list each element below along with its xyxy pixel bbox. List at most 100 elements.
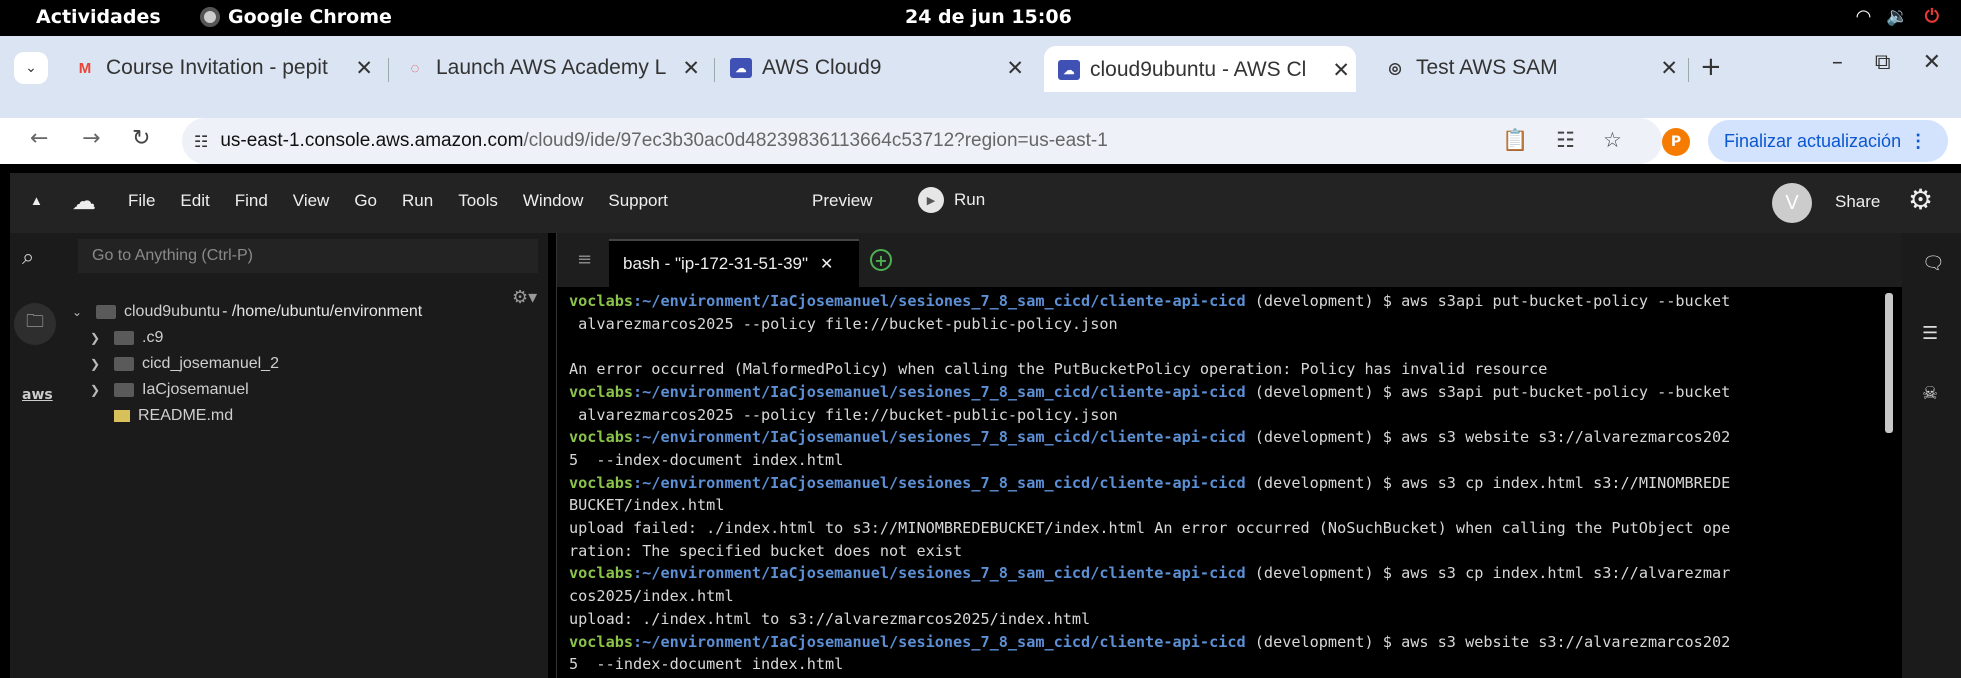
site-info-icon[interactable]: ☷ xyxy=(194,132,208,151)
system-top-bar: Actividades Google Chrome 24 de jun 15:0… xyxy=(0,0,1961,36)
prompt-user: voclabs xyxy=(569,292,634,310)
tab-search-button[interactable]: ⌄ xyxy=(14,52,48,84)
close-tab-icon[interactable]: ✕ xyxy=(1654,56,1684,81)
run-label: Run xyxy=(954,190,986,209)
ide-menu: File Edit Find View Go Run Tools Window … xyxy=(128,191,693,211)
user-avatar[interactable]: V xyxy=(1772,183,1812,223)
finish-update-button[interactable]: Finalizar actualización ⋮ xyxy=(1708,120,1948,162)
terminal-prompt-line: voclabs:~/environment/IaCjosemanuel/sesi… xyxy=(569,472,1885,495)
collapse-menu-icon[interactable]: ▲ xyxy=(30,193,43,208)
address-bar[interactable]: ☷ us-east-1.console.aws.amazon.com/cloud… xyxy=(182,118,1662,164)
tree-root-path: - /home/ubuntu/environment xyxy=(222,303,423,320)
terminal-output-line: upload failed: ./index.html to s3://MINO… xyxy=(569,519,1731,538)
minimize-icon[interactable]: – xyxy=(1832,50,1843,75)
back-icon[interactable]: ← xyxy=(30,126,48,151)
tab-separator xyxy=(714,58,715,82)
menu-run[interactable]: Run xyxy=(402,191,433,211)
preferences-gear-icon[interactable]: ⚙ xyxy=(1908,183,1933,216)
cloud9-logo-icon[interactable]: ☁ xyxy=(72,187,96,216)
wifi-icon: ◠ xyxy=(1856,6,1871,27)
browser-tab-test-sam[interactable]: ◎ Test AWS SAM ✕ xyxy=(1384,48,1684,88)
terminal-output[interactable]: voclabs:~/environment/IaCjosemanuel/sesi… xyxy=(569,290,1885,678)
run-button[interactable]: ▶ Run xyxy=(918,187,985,213)
tree-item-folder[interactable]: ❯ cicd_josemanuel_2 xyxy=(90,352,279,376)
restore-icon[interactable]: ⧉ xyxy=(1875,50,1891,75)
terminal-output-line: An error occurred (MalformedPolicy) when… xyxy=(569,360,1548,379)
system-tray[interactable]: ◠ 🔉 ⏻ xyxy=(1856,6,1939,27)
terminal-tab-bar: ≡ bash - "ip-172-31-51-39" ✕ + xyxy=(557,233,1903,287)
new-terminal-tab-icon[interactable]: + xyxy=(870,249,892,271)
collaborate-chat-icon[interactable]: 🗨 xyxy=(1922,253,1945,274)
terminal-prompt-line: voclabs:~/environment/IaCjosemanuel/sesi… xyxy=(569,290,1885,313)
clipboard-icon[interactable]: 📋 xyxy=(1502,128,1528,153)
tree-item-label: IaCjosemanuel xyxy=(142,381,249,398)
tree-item-folder[interactable]: ❯ IaCjosemanuel xyxy=(90,378,249,402)
terminal-output-line: alvarezmarcos2025 --policy file://bucket… xyxy=(569,405,1118,424)
terminal-output-line: cos2025/index.html xyxy=(569,587,734,606)
close-terminal-tab-icon[interactable]: ✕ xyxy=(820,254,833,274)
activities-button[interactable]: Actividades xyxy=(36,6,161,28)
prompt-user: voclabs xyxy=(569,428,634,447)
outline-list-icon[interactable]: ☰ xyxy=(1922,323,1938,344)
update-label: Finalizar actualización xyxy=(1724,130,1902,151)
menu-find[interactable]: Find xyxy=(235,191,268,211)
bookmark-star-icon[interactable]: ☆ xyxy=(1603,128,1622,153)
reload-icon[interactable]: ↻ xyxy=(132,126,150,151)
debugger-bug-icon[interactable]: ☠ xyxy=(1922,383,1938,404)
url-text[interactable]: us-east-1.console.aws.amazon.com/cloud9/… xyxy=(220,130,1107,152)
prompt-command: (development) $ aws s3api put-bucket-pol… xyxy=(1245,292,1731,310)
chevron-right-icon: ❯ xyxy=(90,383,101,397)
terminal-scrollbar[interactable] xyxy=(1885,293,1893,433)
more-vert-icon[interactable]: ⋮ xyxy=(1909,131,1927,152)
menu-go[interactable]: Go xyxy=(354,191,377,211)
clock[interactable]: 24 de jun 15:06 xyxy=(905,6,1072,28)
terminal-prompt-line: voclabs:~/environment/IaCjosemanuel/sesi… xyxy=(569,562,1885,585)
forward-icon[interactable]: → xyxy=(82,126,100,151)
aws-toolkit-icon[interactable]: aws xyxy=(22,387,53,403)
tree-settings-gear-icon[interactable]: ⚙▾ xyxy=(512,287,537,308)
go-to-anything-input[interactable]: Go to Anything (Ctrl-P) xyxy=(78,239,538,273)
share-button[interactable]: Share xyxy=(1835,192,1880,212)
preview-button[interactable]: Preview xyxy=(812,191,872,211)
tree-item-label: cicd_josemanuel_2 xyxy=(142,355,279,372)
prompt-command: (development) $ aws s3 website s3://alva… xyxy=(1245,428,1731,447)
tab-separator xyxy=(1688,58,1689,82)
browser-tab-cloud9[interactable]: ☁ AWS Cloud9 ✕ xyxy=(730,48,1030,88)
tree-root-item[interactable]: ⌄ cloud9ubuntu - /home/ubuntu/environmen… xyxy=(72,300,422,324)
prompt-user: voclabs xyxy=(569,564,634,583)
tree-item-folder[interactable]: ❯ .c9 xyxy=(90,326,163,350)
profile-avatar[interactable]: P xyxy=(1662,128,1690,156)
menu-window[interactable]: Window xyxy=(523,191,583,211)
tab-title: Launch AWS Academy L xyxy=(436,56,667,79)
prompt-path: :~/environment/IaCjosemanuel/sesiones_7_… xyxy=(633,473,1246,492)
close-tab-icon[interactable]: ✕ xyxy=(349,56,379,81)
prompt-command: (development) $ aws s3 website s3://alva… xyxy=(1245,632,1731,651)
tab-menu-icon[interactable]: ≡ xyxy=(577,249,592,270)
environment-folder-icon[interactable]: 🗀 xyxy=(14,303,56,345)
browser-tab-cloud9ubuntu[interactable]: ☁ cloud9ubuntu - AWS Cl ✕ xyxy=(1044,46,1356,92)
menu-view[interactable]: View xyxy=(293,191,330,211)
tab-separator xyxy=(388,58,389,82)
new-tab-button[interactable]: + xyxy=(1700,52,1722,82)
menu-file[interactable]: File xyxy=(128,191,155,211)
browser-tab-academy[interactable]: ◌ Launch AWS Academy L ✕ xyxy=(404,48,706,88)
menu-tools[interactable]: Tools xyxy=(458,191,498,211)
menu-edit[interactable]: Edit xyxy=(180,191,209,211)
close-tab-icon[interactable]: ✕ xyxy=(1326,58,1356,83)
terminal-tab-title: bash - "ip-172-31-51-39" xyxy=(623,254,809,273)
tree-item-file[interactable]: README.md xyxy=(114,404,233,428)
close-tab-icon[interactable]: ✕ xyxy=(1000,56,1030,81)
close-window-icon[interactable]: ✕ xyxy=(1923,50,1941,75)
terminal-output-line: upload: ./index.html to s3://alvarezmarc… xyxy=(569,609,1091,628)
app-menu[interactable]: Google Chrome xyxy=(200,6,392,28)
prompt-path: :~/environment/IaCjosemanuel/sesiones_7_… xyxy=(633,564,1246,583)
search-icon[interactable]: ⌕ xyxy=(22,245,34,270)
translate-icon[interactable]: ☷ xyxy=(1556,128,1575,153)
terminal-output-line: ration: The specified bucket does not ex… xyxy=(569,541,963,560)
menu-support[interactable]: Support xyxy=(608,191,668,211)
browser-tab-gmail[interactable]: M Course Invitation - pepit ✕ xyxy=(74,48,379,88)
terminal-tab[interactable]: bash - "ip-172-31-51-39" ✕ xyxy=(609,239,859,287)
chrome-icon xyxy=(200,7,220,27)
close-tab-icon[interactable]: ✕ xyxy=(676,56,706,81)
